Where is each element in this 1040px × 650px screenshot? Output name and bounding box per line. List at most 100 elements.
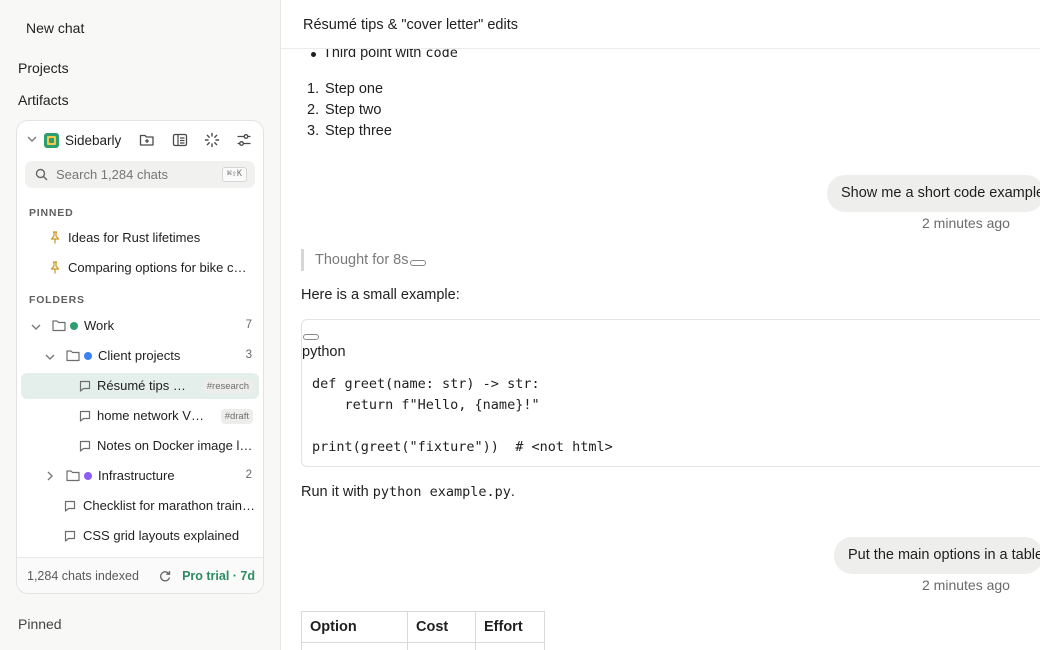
table-header-cell: Effort — [475, 611, 545, 643]
chat-bubble-icon — [64, 530, 76, 542]
folder-icon — [66, 350, 80, 362]
folder-icon — [52, 320, 66, 332]
code-block: python def greet(name: str) -> str: retu… — [301, 319, 1040, 467]
pinned-item-title: Ideas for Rust lifetimes — [68, 230, 201, 245]
table-row — [301, 642, 545, 650]
app-sidebar: New chat Projects Artifacts Sidebarly ⌘⇧… — [0, 0, 281, 650]
chat-bubble-icon — [79, 440, 91, 452]
collapse-chevron-icon[interactable] — [27, 134, 37, 144]
table-header-cell: Option — [301, 611, 408, 643]
user-message-bubble: Show me a short code example — [827, 175, 1040, 212]
chat-title: home network VLAN setup — [97, 408, 207, 423]
panel-footer: 1,284 chats indexed Pro trial · 7d — [17, 557, 263, 593]
chevron-down-icon[interactable] — [31, 322, 41, 332]
chat-bubble-icon — [79, 380, 91, 392]
layout-icon[interactable] — [172, 132, 188, 148]
table-cell — [407, 642, 476, 650]
sidebarly-logo — [44, 133, 59, 148]
list-text: Step one — [325, 81, 384, 97]
table-cell — [301, 642, 408, 650]
folder-color-dot — [84, 472, 92, 480]
ordered-list-item: 2. Step two — [307, 102, 382, 118]
user-message-text: Put the main options in a table — [848, 547, 1040, 563]
chat-bubble-icon — [79, 410, 91, 422]
folder-name: Client projects — [98, 348, 181, 363]
run-prefix: Run it with — [301, 484, 373, 500]
table-header-row: Option Cost Effort — [301, 611, 545, 643]
chat-bubble-icon — [64, 500, 76, 512]
message-timestamp: 2 minutes ago — [922, 215, 1010, 231]
list-number: 3. — [307, 123, 320, 139]
refresh-icon[interactable] — [159, 570, 171, 582]
expand-toggle-icon[interactable] — [409, 260, 426, 266]
pin-icon — [50, 261, 60, 274]
assistant-intro: Here is a small example: — [301, 287, 460, 303]
pinned-link[interactable]: Pinned — [18, 616, 62, 632]
chat-main: Résumé tips & "cover letter" edits Third… — [281, 0, 1040, 650]
sync-spinner-icon[interactable] — [204, 132, 220, 148]
pinned-item[interactable]: Comparing options for bike commuting — [21, 255, 259, 281]
folder-color-dot — [84, 352, 92, 360]
chat-topbar: Résumé tips & "cover letter" edits — [281, 0, 1040, 49]
folder-icon — [66, 470, 80, 482]
plan-badge[interactable]: Pro trial · 7d — [182, 569, 255, 583]
list-text: Step three — [325, 123, 392, 139]
folder-name: Work — [84, 318, 115, 333]
indexed-count: 1,284 chats indexed — [27, 569, 139, 583]
copy-code-button[interactable] — [303, 334, 319, 340]
folder-count: 3 — [245, 349, 252, 361]
chat-item-resume[interactable]: Résumé tips & "cover letter" edits #rese… — [21, 373, 259, 399]
table-header-cell: Cost — [407, 611, 476, 643]
ordered-list-item: 3. Step three — [307, 123, 392, 139]
user-message-text: Show me a short code example — [841, 185, 1040, 201]
folders-section-label: FOLDERS — [29, 294, 85, 306]
thought-summary[interactable]: Thought for 8s — [301, 249, 426, 271]
projects-link[interactable]: Projects — [18, 60, 69, 76]
settings-sliders-icon[interactable] — [236, 132, 252, 148]
chat-title: CSS grid layouts explained — [83, 528, 240, 543]
chat-item-marathon[interactable]: Checklist for marathon training — [21, 493, 259, 519]
chat-title: Notes on Docker image layers — [97, 438, 254, 453]
folder-color-dot — [70, 322, 78, 330]
chat-item-css-grid[interactable]: CSS grid layouts explained — [21, 523, 259, 549]
chat-title: Résumé tips & "cover letter" edits — [97, 378, 189, 393]
inline-code: python example.py — [372, 484, 511, 500]
artifacts-link[interactable]: Artifacts — [18, 92, 69, 108]
chevron-down-icon[interactable] — [45, 352, 55, 362]
brand-name: Sidebarly — [65, 133, 122, 148]
panel-header: Sidebarly — [17, 121, 263, 159]
pinned-section-label: PINNED — [29, 207, 74, 219]
pinned-item-title: Comparing options for bike commuting — [68, 260, 248, 275]
search-shortcut: ⌘⇧K — [221, 167, 247, 182]
chat-title: Checklist for marathon training — [83, 498, 255, 513]
folder-count: 7 — [245, 319, 252, 331]
chat-item-docker[interactable]: Notes on Docker image layers — [21, 433, 259, 459]
new-chat-link[interactable]: New chat — [26, 20, 84, 36]
new-folder-icon[interactable] — [139, 132, 155, 148]
ordered-list-item: 1. Step one — [307, 81, 384, 97]
thought-text: Thought for 8s — [315, 252, 409, 268]
sidebarly-panel: Sidebarly ⌘⇧K PINNED Ideas for Rust life… — [16, 120, 264, 594]
table-cell — [475, 642, 545, 650]
search-input[interactable] — [56, 165, 206, 184]
run-instruction: Run it with python example.py. — [301, 484, 515, 500]
folder-infrastructure[interactable]: Infrastructure 2 — [21, 463, 259, 489]
chat-item-home-network[interactable]: home network VLAN setup #draft — [21, 403, 259, 429]
pin-icon — [50, 231, 60, 244]
folder-count: 2 — [245, 469, 252, 481]
list-number: 2. — [307, 102, 320, 118]
folder-name: Infrastructure — [98, 468, 175, 483]
message-timestamp: 2 minutes ago — [922, 577, 1010, 593]
pinned-item[interactable]: Ideas for Rust lifetimes — [21, 225, 259, 251]
folder-client-projects[interactable]: Client projects 3 — [21, 343, 259, 369]
user-message-bubble: Put the main options in a table — [834, 537, 1040, 574]
code-content: def greet(name: str) -> str: return f"He… — [312, 376, 613, 455]
chat-title-heading: Résumé tips & "cover letter" edits — [303, 17, 518, 33]
chat-tag: #research — [202, 379, 253, 394]
chevron-right-icon[interactable] — [45, 471, 55, 481]
search-icon — [35, 168, 48, 181]
folder-work[interactable]: Work 7 — [21, 313, 259, 339]
chat-tag: #draft — [220, 409, 253, 424]
list-text: Step two — [325, 102, 382, 118]
search-box: ⌘⇧K — [25, 161, 255, 188]
